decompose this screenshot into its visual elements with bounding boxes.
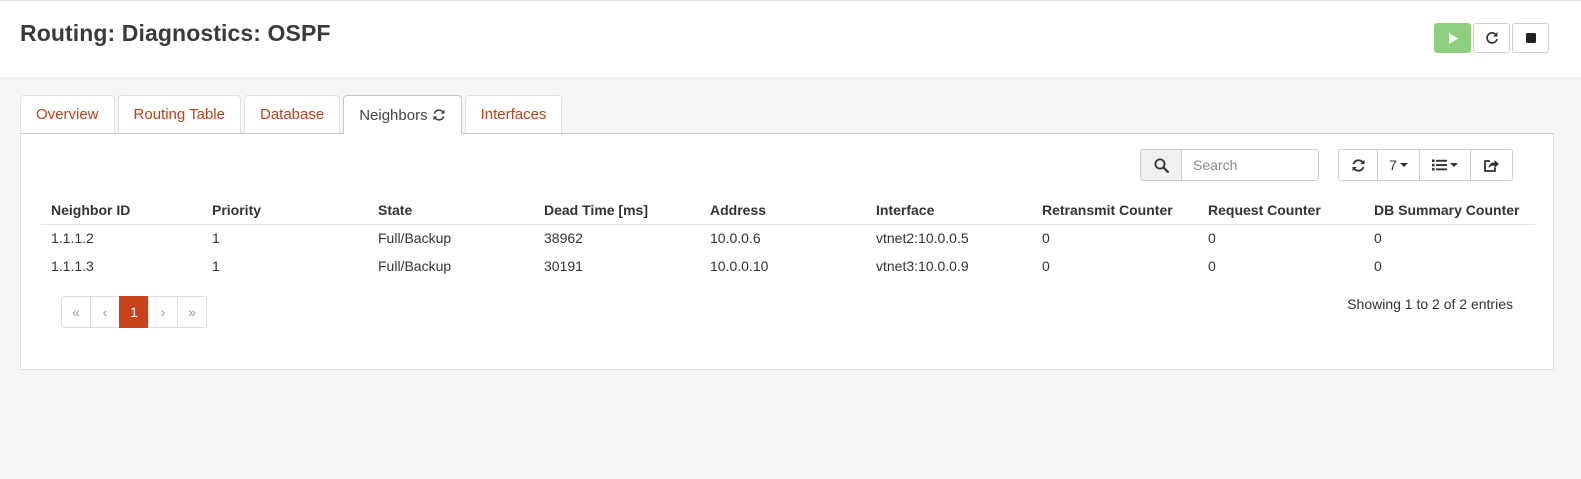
- pagination: « ‹ 1 › »: [61, 296, 207, 328]
- refresh-icon[interactable]: [432, 108, 446, 122]
- table-cell: 10.0.0.10: [710, 258, 769, 274]
- table-cell: 0: [1374, 230, 1382, 247]
- table-row[interactable]: 1.1.1.2 1 Full/Backup 38962 10.0.0.6 vtn…: [41, 224, 1535, 252]
- refresh-table-button[interactable]: [1338, 149, 1378, 181]
- tab-database[interactable]: Database: [243, 95, 341, 133]
- table-cell: 0: [1208, 258, 1216, 274]
- tab-label: Neighbors: [359, 106, 428, 124]
- chevron-down-icon: [1399, 163, 1408, 167]
- tab-label: Routing Table: [133, 106, 225, 123]
- table-header-row: Neighbor ID Priority State Dead Time [ms…: [41, 196, 1535, 225]
- tab-label: Overview: [36, 106, 99, 123]
- table-cell: 0: [1042, 258, 1050, 274]
- first-page-button[interactable]: «: [61, 296, 91, 328]
- table-cell: 0: [1374, 258, 1382, 274]
- table-cell: 30191: [544, 258, 583, 274]
- column-header[interactable]: Interface: [866, 196, 1032, 225]
- table-cell: 1.1.1.2: [51, 230, 94, 247]
- export-button[interactable]: [1470, 149, 1513, 181]
- table-row[interactable]: 1.1.1.3 1 Full/Backup 30191 10.0.0.10 vt…: [41, 252, 1535, 280]
- search-group: [1140, 149, 1319, 181]
- table-cell: Full/Backup: [378, 258, 452, 274]
- table-cell: 1: [212, 230, 220, 247]
- table-cell: 1: [212, 258, 220, 274]
- table-cell: 10.0.0.6: [710, 230, 761, 247]
- play-icon: [1448, 32, 1458, 44]
- column-header[interactable]: Request Counter: [1198, 196, 1364, 225]
- restart-service-button[interactable]: [1473, 23, 1510, 53]
- stop-service-button[interactable]: [1512, 23, 1549, 53]
- page-header: Routing: Diagnostics: OSPF: [0, 0, 1581, 79]
- stop-icon: [1525, 33, 1536, 43]
- table-cell: Full/Backup: [378, 230, 452, 247]
- neighbors-table: Neighbor ID Priority State Dead Time [ms…: [41, 196, 1535, 280]
- table-cell: 38962: [544, 230, 583, 247]
- table-cell: 0: [1042, 230, 1050, 247]
- export-icon: [1484, 159, 1499, 172]
- tab-routing-table[interactable]: Routing Table: [117, 95, 241, 133]
- page-1-button[interactable]: 1: [119, 296, 149, 328]
- search-icon: [1154, 158, 1169, 173]
- tab-overview[interactable]: Overview: [20, 95, 115, 133]
- column-header[interactable]: Address: [700, 196, 866, 225]
- table-cell: vtnet3:10.0.0.9: [876, 258, 969, 274]
- row-count-value: 7: [1389, 157, 1397, 173]
- tab-label: Interfaces: [480, 106, 547, 123]
- tab-neighbors[interactable]: Neighbors: [343, 95, 462, 134]
- table-cell: 0: [1208, 230, 1216, 247]
- table-cell: 1.1.1.3: [51, 258, 94, 274]
- column-header[interactable]: Retransmit Counter: [1032, 196, 1198, 225]
- list-icon: [1432, 159, 1447, 171]
- search-input[interactable]: [1181, 149, 1319, 181]
- table-cell: vtnet2:10.0.0.5: [876, 230, 969, 247]
- start-service-button[interactable]: [1434, 23, 1471, 53]
- service-controls: [1434, 23, 1549, 53]
- next-page-button[interactable]: ›: [148, 296, 178, 328]
- columns-dropdown[interactable]: [1419, 149, 1471, 181]
- neighbors-panel: 7 Neighbor ID Priority: [20, 133, 1554, 370]
- column-header[interactable]: Dead Time [ms]: [534, 196, 700, 225]
- last-page-button[interactable]: »: [177, 296, 207, 328]
- column-header[interactable]: Neighbor ID: [41, 196, 202, 225]
- tab-label: Database: [259, 106, 325, 123]
- tab-bar: Overview Routing Table Database Neighbor…: [20, 95, 565, 134]
- column-header[interactable]: State: [368, 196, 534, 225]
- search-addon: [1140, 149, 1181, 181]
- row-count-dropdown[interactable]: 7: [1377, 149, 1420, 181]
- chevron-down-icon: [1450, 163, 1458, 167]
- refresh-icon: [1352, 158, 1364, 172]
- tab-interfaces[interactable]: Interfaces: [464, 95, 563, 133]
- entries-info: Showing 1 to 2 of 2 entries: [1347, 296, 1513, 312]
- column-header[interactable]: DB Summary Counter: [1364, 196, 1535, 225]
- page-title: Routing: Diagnostics: OSPF: [20, 20, 331, 46]
- restart-icon: [1485, 32, 1498, 44]
- table-toolbar: 7: [1338, 149, 1513, 181]
- prev-page-button[interactable]: ‹: [90, 296, 120, 328]
- column-header[interactable]: Priority: [202, 196, 368, 225]
